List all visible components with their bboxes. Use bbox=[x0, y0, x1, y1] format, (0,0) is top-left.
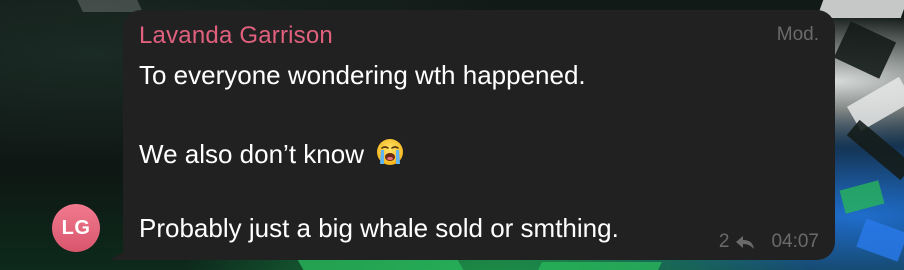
avatar[interactable]: LG bbox=[52, 204, 100, 252]
avatar-initials: LG bbox=[61, 216, 91, 239]
message-text-span: We also don’t know bbox=[139, 139, 364, 169]
message-text-line: We also don’t know bbox=[139, 137, 405, 174]
message-text-line: Probably just a big whale sold or smthin… bbox=[139, 213, 619, 243]
message-text-line: To everyone wondering wth happened. bbox=[139, 60, 586, 90]
reply-count[interactable]: 2 bbox=[719, 231, 730, 253]
message-meta: 2 04:07 bbox=[719, 231, 819, 253]
message-time: 04:07 bbox=[771, 231, 819, 252]
crying-face-icon bbox=[375, 137, 405, 174]
reply-arrow-icon[interactable] bbox=[735, 234, 755, 250]
message-bubble[interactable]: Lavanda Garrison Mod. To everyone wonder… bbox=[123, 10, 835, 260]
sender-role-badge: Mod. bbox=[776, 24, 819, 45]
sender-name[interactable]: Lavanda Garrison bbox=[139, 22, 333, 50]
